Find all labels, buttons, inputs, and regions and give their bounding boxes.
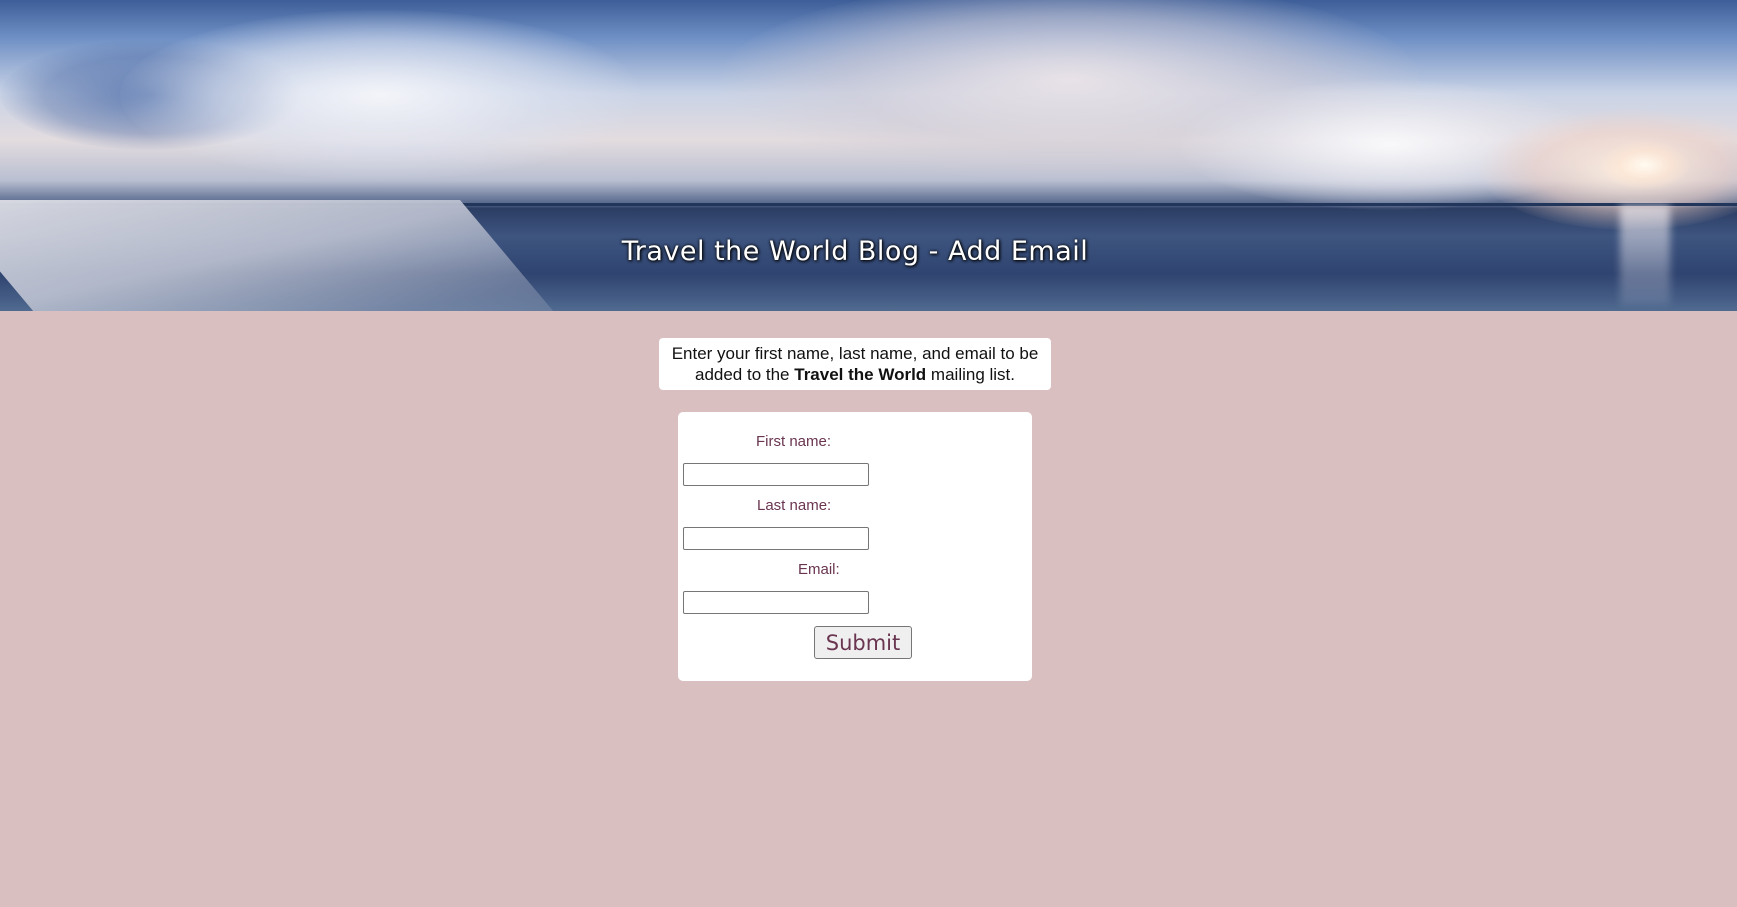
- first-name-input[interactable]: [683, 463, 869, 486]
- last-name-input[interactable]: [683, 527, 869, 550]
- signup-form: First name: Last name: Email: Submit: [678, 412, 1032, 681]
- intro-text-bold: Travel the World: [794, 365, 927, 384]
- email-input[interactable]: [683, 591, 869, 614]
- header-banner: Travel the World Blog - Add Email: [0, 0, 1737, 311]
- intro-text-end: mailing list.: [926, 365, 1016, 384]
- page-title: Travel the World Blog - Add Email: [621, 236, 1089, 267]
- banner-sun: [1600, 140, 1690, 190]
- banner-cloud: [120, 10, 640, 180]
- intro-box: Enter your first name, last name, and em…: [659, 338, 1051, 390]
- first-name-label: First name:: [756, 433, 832, 450]
- submit-button[interactable]: Submit: [814, 626, 912, 659]
- email-label: Email:: [798, 561, 840, 578]
- last-name-label: Last name:: [757, 497, 832, 514]
